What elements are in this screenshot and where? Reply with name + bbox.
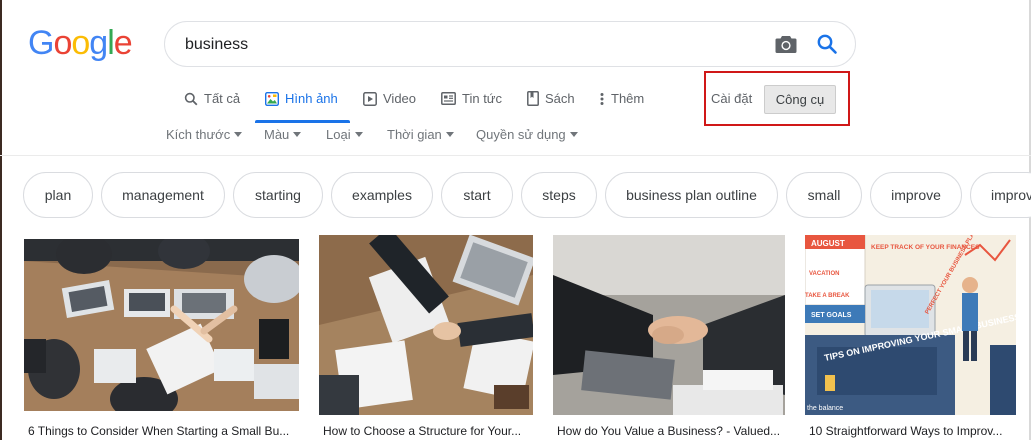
search-input[interactable] [185, 34, 745, 56]
header-divider [0, 155, 1031, 156]
suggestion-chip[interactable]: start [441, 172, 513, 218]
tab-label: Thêm [611, 91, 645, 106]
suggestion-chip[interactable]: improve [870, 172, 962, 218]
suggestion-chip[interactable]: starting [233, 172, 323, 218]
google-logo[interactable]: Google [28, 24, 133, 63]
logo-letter: g [89, 24, 108, 62]
caret-down-icon [445, 132, 454, 137]
tab-images[interactable]: Hình ảnh [265, 91, 338, 106]
caret-down-icon [234, 132, 243, 137]
result-caption[interactable]: How do You Value a Business? - Valued... [557, 424, 783, 438]
logo-letter: o [53, 24, 72, 62]
tools-button[interactable]: Công cụ [764, 85, 836, 114]
active-tab-indicator [255, 120, 350, 123]
tab-news[interactable]: Tin tức [441, 91, 502, 106]
settings-link[interactable]: Cài đặt [711, 91, 752, 106]
search-icon [184, 92, 198, 105]
result-thumbnail[interactable] [319, 235, 533, 415]
suggestion-chip[interactable]: plan [23, 172, 93, 218]
tab-label: Hình ảnh [285, 91, 338, 106]
filter-label: Quyền sử dụng [476, 127, 566, 142]
suggestion-chip[interactable]: improv [970, 172, 1031, 218]
tab-label: Tin tức [462, 91, 503, 106]
result-caption[interactable]: 6 Things to Consider When Starting a Sma… [28, 424, 296, 438]
tab-books[interactable]: Sách [527, 91, 575, 106]
filter-color[interactable]: Màu [264, 127, 302, 142]
suggestion-chip[interactable]: business plan outline [605, 172, 778, 218]
result-caption[interactable]: How to Choose a Structure for Your... [323, 424, 531, 438]
news-icon [441, 92, 456, 105]
filter-label: Kích thước [166, 127, 231, 142]
logo-letter: G [28, 24, 54, 62]
search-box[interactable] [164, 21, 856, 67]
suggestion-chip[interactable]: steps [521, 172, 597, 218]
image-icon [265, 91, 279, 106]
filter-label: Thời gian [387, 127, 442, 142]
caret-down-icon [293, 132, 302, 137]
result-caption[interactable]: 10 Straightforward Ways to Improv... [809, 424, 1014, 438]
camera-icon[interactable] [774, 33, 798, 55]
suggestion-chip[interactable]: management [101, 172, 225, 218]
video-icon [363, 91, 377, 106]
illustration-label: SET GOALS [811, 312, 852, 319]
illustration-label: TAKE A BREAK [805, 293, 850, 299]
logo-letter: e [113, 24, 133, 62]
result-thumbnail[interactable] [553, 235, 785, 415]
window-edge-left [0, 0, 2, 440]
tab-more[interactable]: Thêm [599, 91, 644, 106]
caret-down-icon [569, 132, 578, 137]
filter-size[interactable]: Kích thước [166, 127, 243, 142]
filter-type[interactable]: Loại [326, 127, 363, 142]
book-icon [527, 91, 539, 106]
illustration-label: AUGUST [811, 239, 845, 248]
result-thumbnail[interactable] [24, 239, 299, 411]
result-thumbnail[interactable]: AUGUST VACATION TAKE A BREAK KEEP TRACK … [805, 235, 1016, 415]
tab-video[interactable]: Video [363, 91, 416, 106]
tab-label: Video [383, 91, 417, 106]
filter-label: Loại [326, 127, 351, 142]
filter-usage-rights[interactable]: Quyền sử dụng [476, 127, 578, 142]
tab-all[interactable]: Tất cả [184, 91, 240, 106]
illustration-label: the balance [807, 405, 843, 412]
more-vert-icon [600, 92, 604, 105]
suggestion-chip[interactable]: small [786, 172, 862, 218]
illustration-label: VACATION [809, 271, 839, 277]
suggestion-chip[interactable]: examples [331, 172, 433, 218]
filter-time[interactable]: Thời gian [387, 127, 454, 142]
search-icon[interactable] [816, 33, 838, 55]
caret-down-icon [354, 132, 363, 137]
filter-label: Màu [264, 127, 290, 142]
logo-letter: o [71, 24, 90, 62]
tab-label: Tất cả [204, 91, 241, 106]
tab-label: Sách [545, 91, 575, 106]
